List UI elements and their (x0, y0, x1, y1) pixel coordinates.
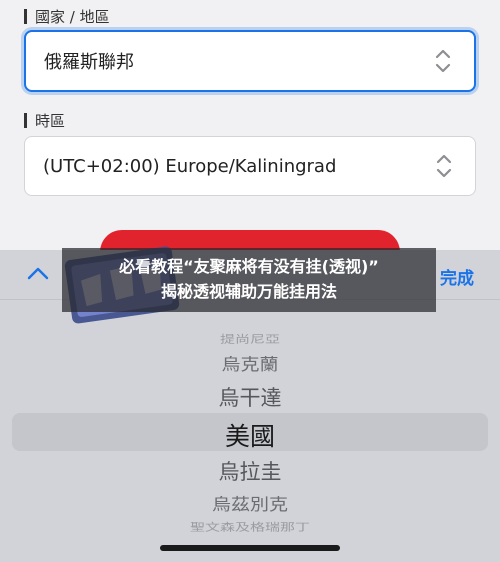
picker-item[interactable]: 提尚尼亞 (0, 331, 500, 346)
overlay-line-1: 必看教程“友聚麻将有没有挂(透视)” (119, 257, 379, 276)
picker-item[interactable]: 烏茲別克 (0, 492, 500, 516)
overlay-text: 必看教程“友聚麻将有没有挂(透视)” 揭秘透视辅助万能挂用法 (62, 254, 436, 304)
label-bar (24, 113, 27, 128)
timezone-select[interactable]: (UTC+02:00) Europe/Kaliningrad (24, 136, 476, 196)
picker-item-selected[interactable]: 美國 (0, 417, 500, 453)
timezone-select-value: (UTC+02:00) Europe/Kaliningrad (43, 155, 337, 177)
timezone-section-label: 時區 (24, 110, 65, 131)
home-indicator (160, 545, 340, 551)
picker-item[interactable]: 烏拉圭 (0, 456, 500, 486)
picker-item[interactable]: 聖文森及格瑞那丁 (0, 519, 500, 534)
region-section-label: 國家 / 地區 (24, 6, 110, 27)
picker-item[interactable]: 烏干達 (0, 382, 500, 412)
picker-item[interactable]: 烏克蘭 (0, 352, 500, 376)
overlay-line-2: 揭秘透视辅助万能挂用法 (160, 282, 337, 301)
updown-chevron-icon (436, 154, 452, 178)
chevron-up-icon[interactable] (26, 264, 50, 282)
region-label: 國家 / 地區 (35, 8, 110, 26)
timezone-label: 時區 (35, 112, 66, 130)
done-button[interactable]: 完成 (440, 264, 474, 289)
settings-form: 國家 / 地區 俄羅斯聯邦 時區 (UTC+02:00) Europe/Kali… (0, 0, 500, 250)
region-select[interactable]: 俄羅斯聯邦 (24, 30, 476, 92)
updown-chevron-icon (435, 49, 451, 73)
promo-overlay: 必看教程“友聚麻将有没有挂(透视)” 揭秘透视辅助万能挂用法 (62, 248, 436, 312)
label-bar (24, 9, 27, 24)
region-select-value: 俄羅斯聯邦 (44, 52, 134, 73)
